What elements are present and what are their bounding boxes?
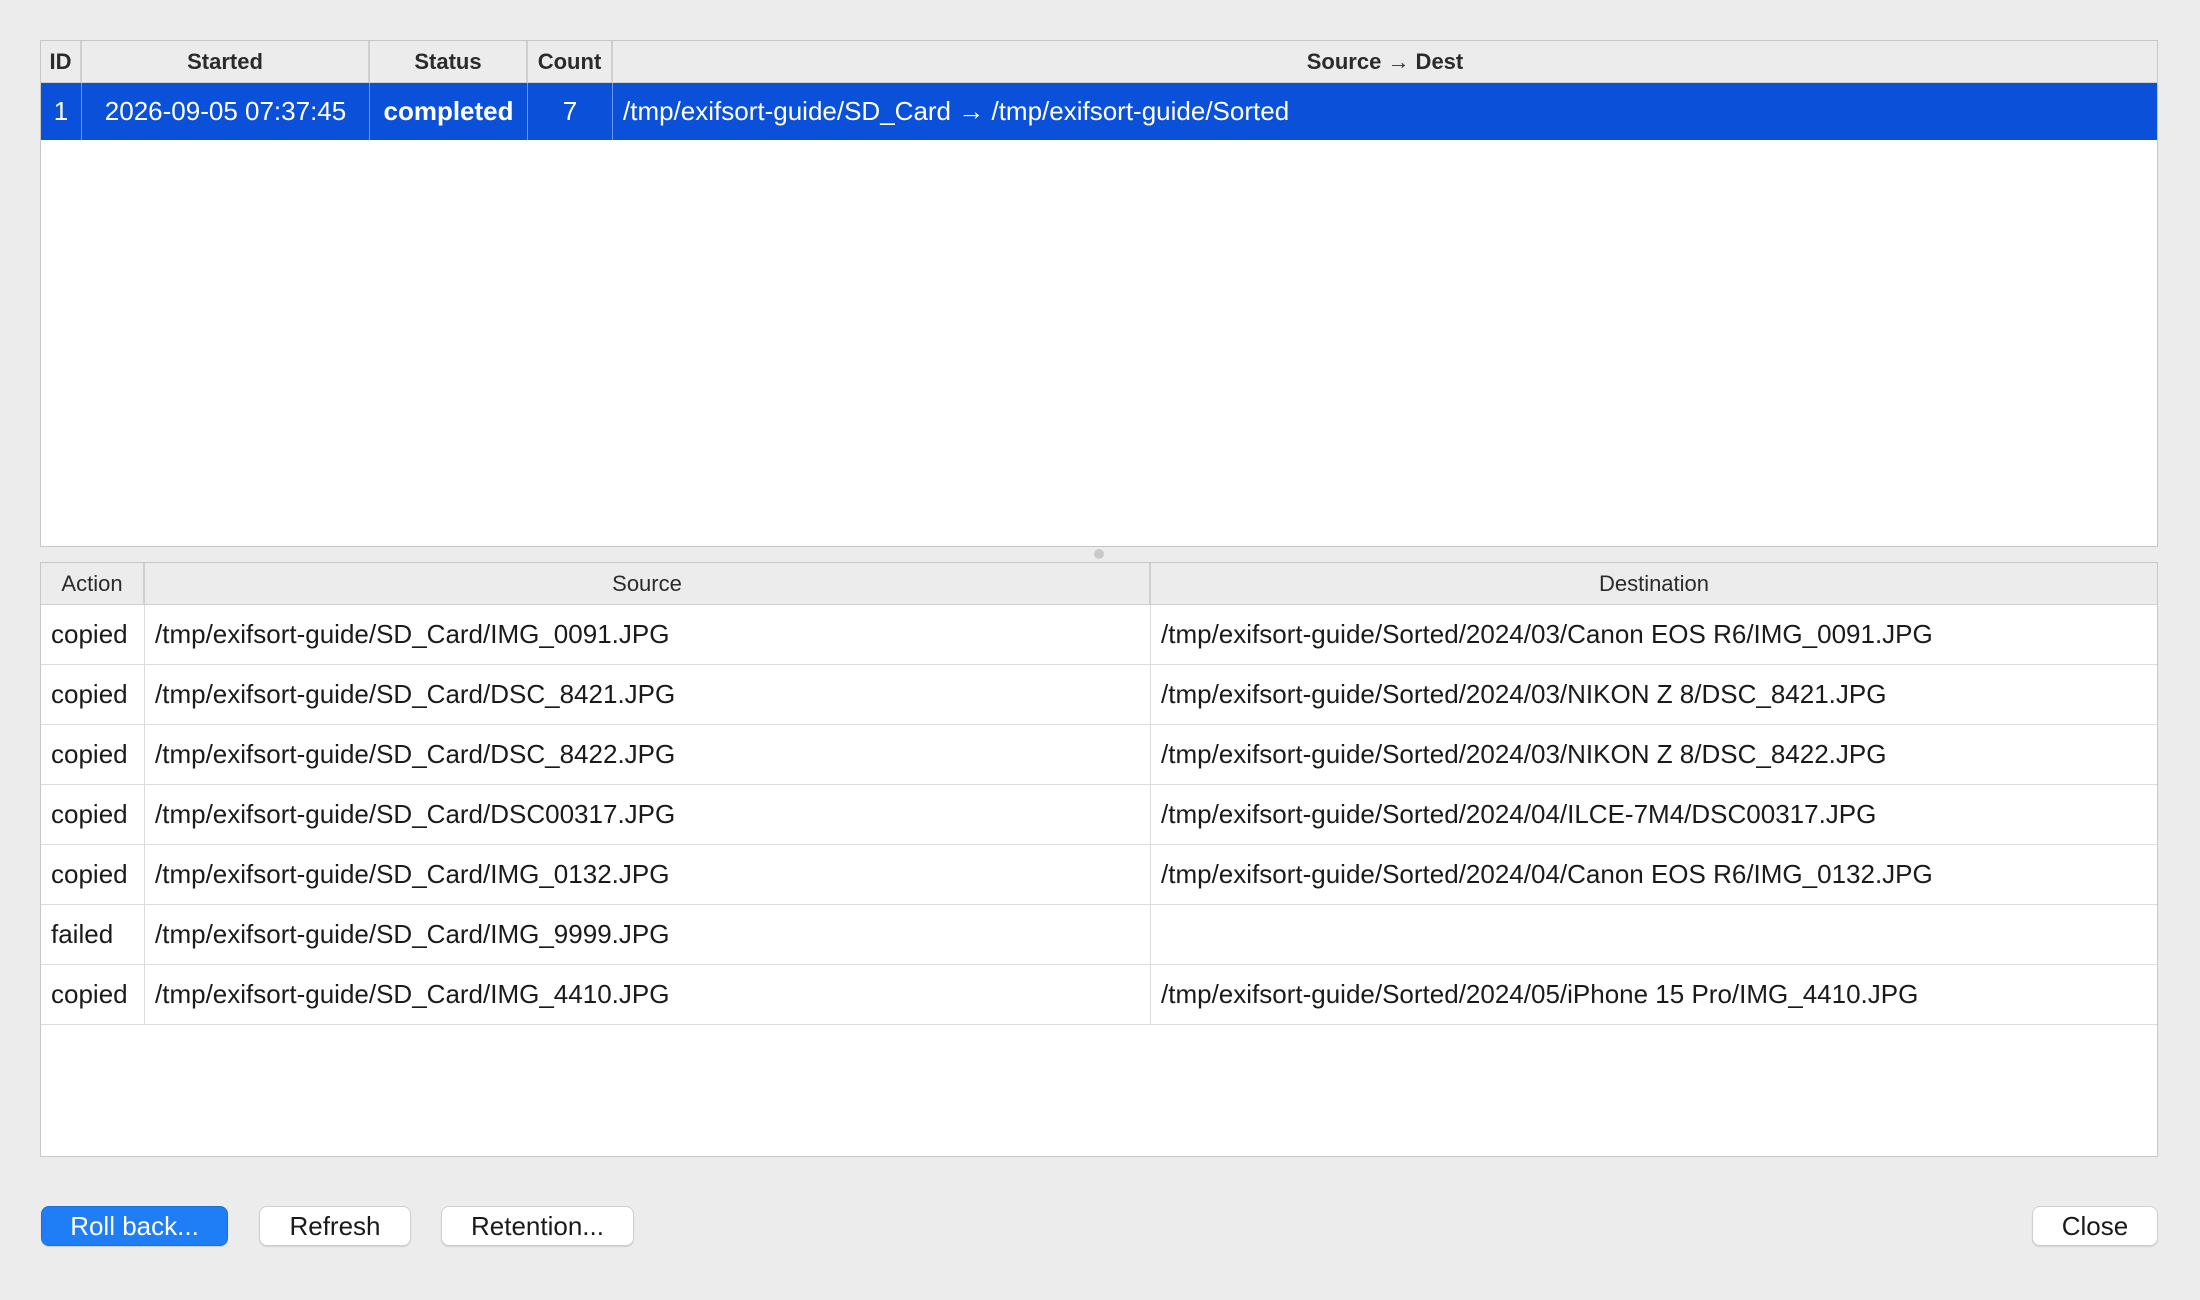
run-status: completed <box>370 83 528 140</box>
column-header-source-dest[interactable]: Source → Dest <box>613 41 2157 82</box>
action-source: /tmp/exifsort-guide/SD_Card/DSC_8421.JPG <box>145 665 1151 724</box>
actions-table: Action Source Destination copied /tmp/ex… <box>40 562 2158 1157</box>
action-source: /tmp/exifsort-guide/SD_Card/IMG_0091.JPG <box>145 605 1151 664</box>
column-header-id[interactable]: ID <box>41 41 82 82</box>
action-source: /tmp/exifsort-guide/SD_Card/DSC_8422.JPG <box>145 725 1151 784</box>
action-row[interactable]: copied /tmp/exifsort-guide/SD_Card/IMG_0… <box>41 845 2157 905</box>
column-header-action[interactable]: Action <box>41 563 145 604</box>
column-header-destination[interactable]: Destination <box>1151 563 2157 604</box>
action-type: copied <box>41 965 145 1024</box>
run-started: 2026-09-05 07:37:45 <box>82 83 370 140</box>
action-type: copied <box>41 785 145 844</box>
action-source: /tmp/exifsort-guide/SD_Card/DSC00317.JPG <box>145 785 1151 844</box>
column-header-started[interactable]: Started <box>82 41 370 82</box>
action-destination: /tmp/exifsort-guide/Sorted/2024/03/Canon… <box>1161 619 1933 649</box>
action-destination: /tmp/exifsort-guide/Sorted/2024/03/NIKON… <box>1161 739 1887 769</box>
run-source-dest: /tmp/exifsort-guide/SD_Card → /tmp/exifs… <box>623 96 1290 126</box>
action-row[interactable]: copied /tmp/exifsort-guide/SD_Card/DSC00… <box>41 785 2157 845</box>
action-row[interactable]: copied /tmp/exifsort-guide/SD_Card/DSC_8… <box>41 725 2157 785</box>
runs-table-header: ID Started Status Count Source → Dest <box>41 41 2157 83</box>
action-type: copied <box>41 725 145 784</box>
action-row[interactable]: failed /tmp/exifsort-guide/SD_Card/IMG_9… <box>41 905 2157 965</box>
retention-button[interactable]: Retention... <box>441 1206 634 1246</box>
run-count: 7 <box>528 83 613 140</box>
action-type: copied <box>41 605 145 664</box>
action-destination: /tmp/exifsort-guide/Sorted/2024/03/NIKON… <box>1161 679 1887 709</box>
splitter-handle[interactable] <box>1094 549 1104 559</box>
column-header-status[interactable]: Status <box>370 41 528 82</box>
action-destination <box>1151 905 2157 964</box>
action-type: copied <box>41 845 145 904</box>
action-destination: /tmp/exifsort-guide/Sorted/2024/05/iPhon… <box>1161 979 1919 1009</box>
column-header-count[interactable]: Count <box>528 41 613 82</box>
action-row[interactable]: copied /tmp/exifsort-guide/SD_Card/IMG_4… <box>41 965 2157 1025</box>
action-destination: /tmp/exifsort-guide/Sorted/2024/04/Canon… <box>1161 859 1933 889</box>
action-source: /tmp/exifsort-guide/SD_Card/IMG_9999.JPG <box>145 905 1151 964</box>
runs-table: ID Started Status Count Source → Dest 1 … <box>40 40 2158 547</box>
run-id: 1 <box>41 83 82 140</box>
action-type: copied <box>41 665 145 724</box>
action-row[interactable]: copied /tmp/exifsort-guide/SD_Card/IMG_0… <box>41 605 2157 665</box>
close-button[interactable]: Close <box>2032 1206 2158 1246</box>
action-destination: /tmp/exifsort-guide/Sorted/2024/04/ILCE-… <box>1161 799 1877 829</box>
action-source: /tmp/exifsort-guide/SD_Card/IMG_0132.JPG <box>145 845 1151 904</box>
action-row[interactable]: copied /tmp/exifsort-guide/SD_Card/DSC_8… <box>41 665 2157 725</box>
action-source: /tmp/exifsort-guide/SD_Card/IMG_4410.JPG <box>145 965 1151 1024</box>
roll-back-button[interactable]: Roll back... <box>41 1206 228 1246</box>
run-row[interactable]: 1 2026-09-05 07:37:45 completed 7 /tmp/e… <box>41 83 2157 140</box>
action-type: failed <box>41 905 145 964</box>
actions-table-header: Action Source Destination <box>41 563 2157 605</box>
refresh-button[interactable]: Refresh <box>259 1206 411 1246</box>
column-header-source[interactable]: Source <box>145 563 1151 604</box>
